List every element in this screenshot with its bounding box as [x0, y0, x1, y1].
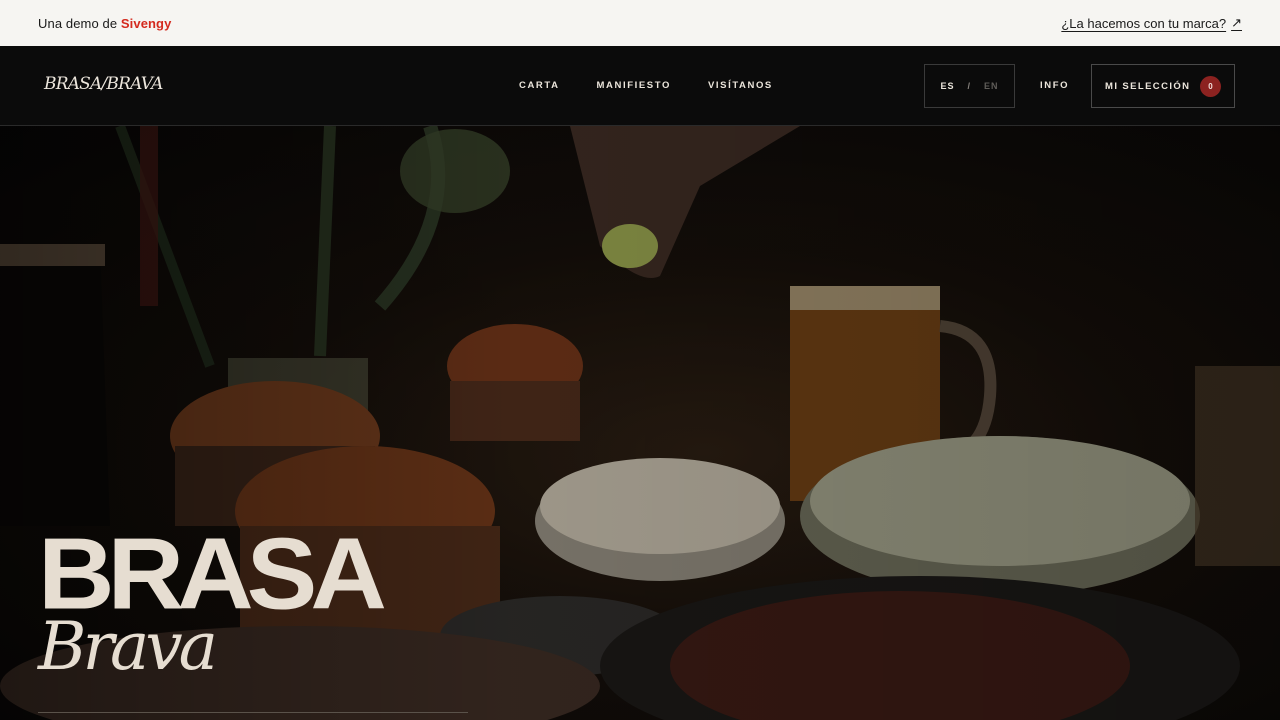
- brand-cta-label[interactable]: ¿La hacemos con tu marca?: [1061, 16, 1226, 31]
- nav-item-visitanos[interactable]: VISÍTANOS: [708, 80, 773, 91]
- site-logo[interactable]: BRASA/BRAVA: [44, 74, 163, 94]
- language-switcher: ES / EN: [924, 64, 1015, 108]
- hero-section: BRASA Brava: [0, 126, 1280, 720]
- arrow-up-right-icon: ↗: [1231, 15, 1242, 30]
- lang-en[interactable]: EN: [984, 81, 999, 91]
- hero-title: BRASA Brava: [38, 518, 387, 680]
- lang-es[interactable]: ES: [940, 81, 954, 91]
- hero-divider: [38, 712, 468, 713]
- brand-cta-link[interactable]: ¿La hacemos con tu marca? ↗: [1061, 15, 1242, 31]
- demo-bar: Una demo de Sivengy ¿La hacemos con tu m…: [0, 0, 1280, 46]
- demo-note: Una demo de Sivengy: [38, 16, 171, 31]
- demo-prefix: Una demo de: [38, 15, 118, 31]
- selection-label: MI SELECCIÓN: [1105, 80, 1191, 92]
- nav-item-manifiesto[interactable]: MANIFIESTO: [597, 80, 671, 91]
- selection-count-badge: 0: [1200, 76, 1221, 97]
- primary-menu: CARTA MANIFIESTO VISÍTANOS: [519, 80, 773, 91]
- selection-button[interactable]: MI SELECCIÓN 0: [1091, 64, 1235, 108]
- nav-item-carta[interactable]: CARTA: [519, 80, 560, 91]
- main-nav: BRASA/BRAVA CARTA MANIFIESTO VISÍTANOS E…: [0, 46, 1280, 126]
- nav-item-info[interactable]: INFO: [1040, 80, 1069, 91]
- demo-brand-link[interactable]: Sivengy: [121, 16, 172, 31]
- lang-separator: /: [967, 81, 971, 91]
- hero-title-main: BRASA: [38, 518, 387, 631]
